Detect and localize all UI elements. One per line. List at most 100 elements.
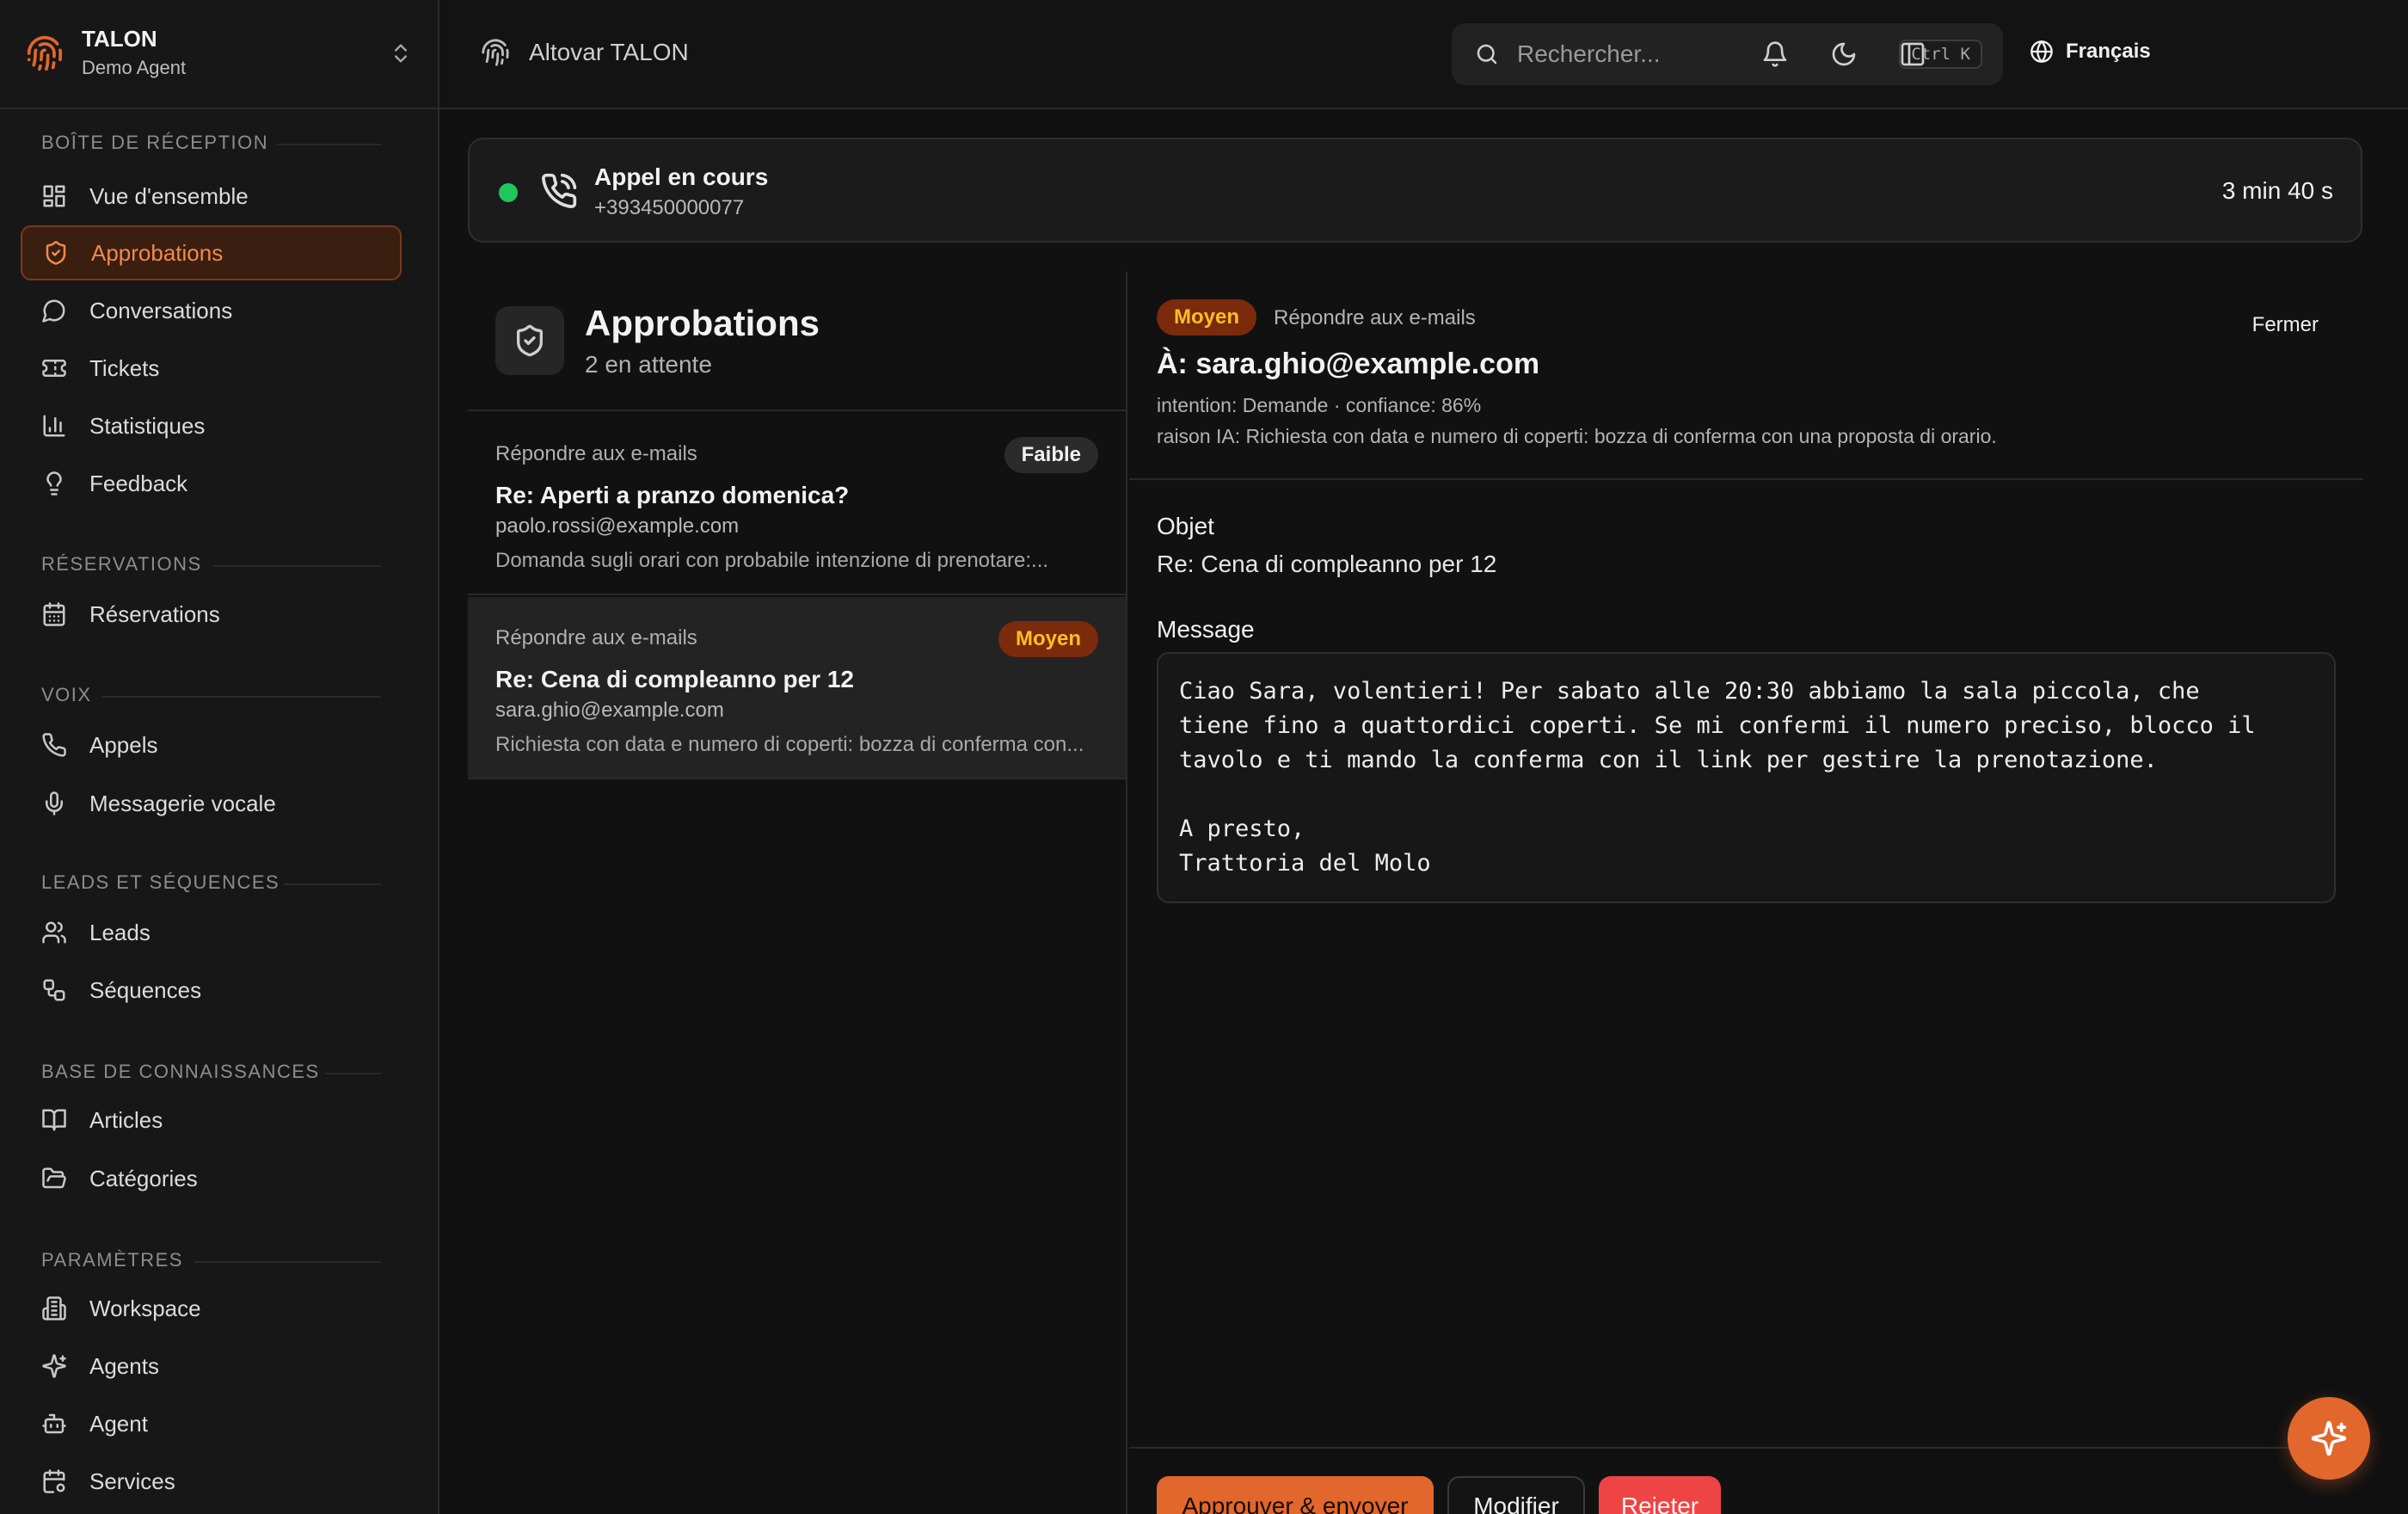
sidebar-item-label: Appels <box>89 731 158 758</box>
list-item[interactable]: Répondre aux e-mails Faible Re: Aperti a… <box>468 413 1126 595</box>
sidebar-item-label: Feedback <box>89 470 188 496</box>
group-divider <box>213 565 381 567</box>
group-divider <box>277 144 381 145</box>
sidebar-item-leads[interactable]: Leads <box>21 905 402 960</box>
sidebar-item-agents[interactable]: Agents <box>21 1339 402 1394</box>
language-selector[interactable]: Français <box>2030 40 2151 64</box>
phone-icon <box>42 733 66 757</box>
recipient: À: sara.ghio@example.com <box>1157 348 1540 380</box>
sidebar-item-agent[interactable]: Agent <box>21 1396 402 1451</box>
phone-call-icon <box>542 173 577 209</box>
group-divider <box>101 696 381 698</box>
sidebar: TALON Demo Agent BOÎTE DE RÉCEPTION Vue … <box>0 0 439 1514</box>
shield-check-icon <box>517 324 543 357</box>
call-duration: 3 min 40 s <box>2221 177 2333 204</box>
message-body: Ciao Sara, volentieri! Per sabato alle 2… <box>1157 652 2336 903</box>
sidebar-item-statistics[interactable]: Statistiques <box>21 398 402 453</box>
item-subject: Re: Cena di compleanno per 12 <box>495 666 854 692</box>
ticket-icon <box>42 360 66 377</box>
intent-meta: intention: Demande · confiance: 86% <box>1157 394 1482 416</box>
fingerprint-icon <box>482 39 509 66</box>
sidebar-item-label: Conversations <box>89 297 233 323</box>
lightbulb-icon <box>46 471 62 495</box>
workspace-name: TALON <box>82 26 157 52</box>
item-category: Répondre aux e-mails <box>495 442 697 465</box>
sidebar-item-sequences[interactable]: Séquences <box>21 963 402 1018</box>
page-title: Approbations <box>585 303 820 343</box>
language-label: Français <box>2066 40 2151 63</box>
priority-badge: Faible <box>1004 437 1098 473</box>
subject-value: Re: Cena di compleanno per 12 <box>1157 551 1497 577</box>
approve-send-button[interactable]: Approuver & envoyer <box>1157 1476 1434 1514</box>
ai-reason: raison IA: Richiesta con data e numero d… <box>1157 425 1997 447</box>
folder-icon <box>42 1167 66 1189</box>
sparkles-icon <box>2311 1420 2347 1456</box>
item-category: Répondre aux e-mails <box>495 626 697 649</box>
subject-label: Objet <box>1157 513 1214 539</box>
close-button[interactable]: Fermer <box>2252 313 2319 337</box>
sidebar-item-feedback[interactable]: Feedback <box>21 456 402 511</box>
search-icon <box>1477 44 1497 65</box>
group-title-inbox: BOÎTE DE RÉCEPTION <box>41 132 269 153</box>
group-divider <box>284 883 381 885</box>
group-divider <box>194 1261 381 1263</box>
sidebar-item-workspace[interactable]: Workspace <box>21 1281 402 1336</box>
sidebar-item-voicemail[interactable]: Messagerie vocale <box>21 776 402 831</box>
item-sender: sara.ghio@example.com <box>495 699 724 722</box>
priority-badge: Moyen <box>998 621 1098 657</box>
calendar-icon <box>43 602 65 626</box>
group-title-reservations: RÉSERVATIONS <box>41 553 202 575</box>
call-status-dot <box>499 183 518 202</box>
group-title-voice: VOIX <box>41 684 92 705</box>
bell-icon[interactable] <box>1761 40 1789 68</box>
sidebar-item-calls[interactable]: Appels <box>21 717 402 772</box>
workspace-switcher[interactable]: TALON Demo Agent <box>0 0 438 109</box>
item-preview: Richiesta con data e numero di coperti: … <box>495 733 1084 756</box>
sidebar-item-label: Agents <box>89 1352 159 1379</box>
pending-count: 2 en attente <box>585 351 712 378</box>
panel-toggle-icon[interactable] <box>1899 40 1926 68</box>
approvals-header: Approbations 2 en attente <box>468 272 1126 411</box>
sidebar-item-label: Réservations <box>89 600 220 627</box>
priority-badge: Moyen <box>1157 299 1257 335</box>
group-divider <box>325 1073 381 1074</box>
ai-assistant-button[interactable] <box>2288 1397 2370 1480</box>
chat-bubble-icon <box>42 299 65 323</box>
approvals-badge <box>495 306 564 375</box>
reject-button[interactable]: Rejeter <box>1599 1476 1721 1514</box>
book-icon <box>42 1109 66 1131</box>
chevrons-up-down-icon <box>395 44 407 63</box>
sidebar-item-label: Catégories <box>89 1165 198 1191</box>
sidebar-item-reservations[interactable]: Réservations <box>21 587 402 642</box>
sidebar-item-tickets[interactable]: Tickets <box>21 341 402 396</box>
sidebar-item-label: Services <box>89 1468 175 1494</box>
grid-icon <box>43 185 65 207</box>
sidebar-item-overview[interactable]: Vue d'ensemble <box>21 169 402 224</box>
sidebar-item-label: Statistiques <box>89 412 206 439</box>
sidebar-item-services[interactable]: Services <box>21 1454 402 1509</box>
list-item[interactable]: Répondre aux e-mails Moyen Re: Cena di c… <box>468 597 1126 779</box>
sidebar-item-categories[interactable]: Catégories <box>21 1151 402 1206</box>
workspace-subtitle: Demo Agent <box>82 57 187 78</box>
edit-button[interactable]: Modifier <box>1447 1476 1585 1514</box>
approvals-list-panel: Approbations 2 en attente Répondre aux e… <box>468 272 1127 1514</box>
sidebar-item-label: Séquences <box>89 976 202 1003</box>
item-subject: Re: Aperti a pranzo domenica? <box>495 482 850 508</box>
group-title-settings: PARAMÈTRES <box>41 1249 183 1271</box>
workflow-icon <box>43 979 65 1001</box>
active-call-banner[interactable]: Appel en cours +393450000077 3 min 40 s <box>468 138 2362 243</box>
sidebar-item-label: Articles <box>89 1106 163 1133</box>
call-title: Appel en cours <box>594 163 769 190</box>
breadcrumb[interactable]: Altovar TALON <box>481 38 689 67</box>
sidebar-item-label: Workspace <box>89 1295 201 1321</box>
sidebar-item-approvals[interactable]: Approbations <box>21 225 402 280</box>
sidebar-item-conversations[interactable]: Conversations <box>21 283 402 338</box>
call-number: +393450000077 <box>594 196 745 219</box>
sidebar-item-articles[interactable]: Articles <box>21 1092 402 1148</box>
bot-icon <box>42 1413 66 1434</box>
moon-icon[interactable] <box>1830 40 1858 68</box>
users-icon <box>42 921 66 944</box>
sidebar-item-label: Approbations <box>91 239 224 266</box>
calendar-cog-icon <box>43 1469 65 1493</box>
sidebar-item-label: Leads <box>89 919 150 945</box>
